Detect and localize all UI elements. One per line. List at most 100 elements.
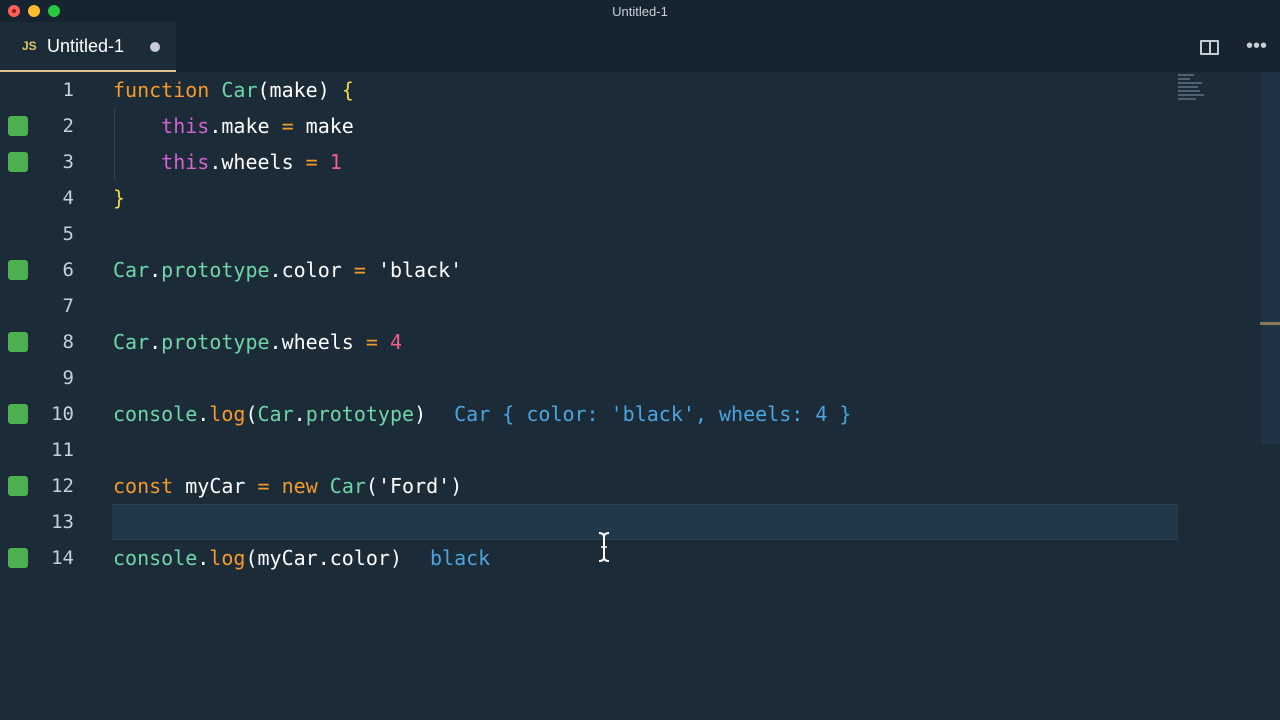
inline-result: black xyxy=(430,546,491,570)
code-token: 'black' xyxy=(377,258,463,282)
code-token: . xyxy=(197,546,210,570)
gutter-added-marker[interactable] xyxy=(8,548,28,568)
line-number: 6 xyxy=(62,259,74,281)
vertical-scrollbar[interactable] xyxy=(1262,72,1280,444)
code-token: myCar xyxy=(173,474,258,498)
tab-untitled-1[interactable]: JS Untitled-1 xyxy=(0,22,176,72)
code-line[interactable]: this.make = make xyxy=(113,114,354,138)
code-token: .wheels xyxy=(269,330,366,354)
code-line[interactable]: function Car(make) { xyxy=(113,78,354,102)
code-token: 4 xyxy=(389,330,403,354)
code-line[interactable]: console.log(myCar.color) black xyxy=(113,546,490,570)
title-bar: Untitled-1 xyxy=(0,0,1280,22)
line-number: 13 xyxy=(51,511,74,533)
code-token: . xyxy=(149,330,162,354)
text-cursor-icon xyxy=(598,532,610,562)
code-token: log xyxy=(209,402,246,426)
minimap-line xyxy=(1178,98,1196,100)
code-line[interactable]: Car.prototype.wheels = 4 xyxy=(113,330,402,354)
code-token: prototype xyxy=(161,258,270,282)
code-token: .make xyxy=(209,114,282,138)
code-token: ) xyxy=(414,402,427,426)
code-token: = xyxy=(257,474,270,498)
code-token: Car xyxy=(257,402,294,426)
minimap-line xyxy=(1178,94,1204,96)
code-token: prototype xyxy=(305,402,415,426)
code-token: . xyxy=(293,402,306,426)
code-token: ( xyxy=(245,402,258,426)
code-token: ( xyxy=(365,474,378,498)
minimap-line xyxy=(1178,74,1194,76)
code-token: . xyxy=(197,402,210,426)
code-token: this xyxy=(161,150,210,174)
line-number: 10 xyxy=(51,403,74,425)
code-token: .color xyxy=(269,258,354,282)
code-token: Car xyxy=(113,330,150,354)
code-token: = xyxy=(353,258,366,282)
minimap-line xyxy=(1178,82,1202,84)
code-token: = xyxy=(281,114,294,138)
scrollbar-marker xyxy=(1260,322,1280,325)
line-number: 11 xyxy=(51,439,74,461)
gutter-added-marker[interactable] xyxy=(8,404,28,424)
code-token: .wheels xyxy=(209,150,306,174)
code-line[interactable]: Car.prototype.color = 'black' xyxy=(113,258,462,282)
code-line[interactable]: const myCar = new Car('Ford') xyxy=(113,474,462,498)
minimap[interactable] xyxy=(1178,72,1218,112)
minimap-line xyxy=(1178,90,1200,92)
code-token: Car xyxy=(221,78,258,102)
line-number: 2 xyxy=(62,115,74,137)
code-token: prototype xyxy=(161,330,270,354)
window-title: Untitled-1 xyxy=(612,4,668,19)
tab-label: Untitled-1 xyxy=(47,36,125,56)
code-token: 'Ford' xyxy=(377,474,451,498)
code-token: make xyxy=(293,114,354,138)
code-token: console xyxy=(113,402,198,426)
current-line-highlight xyxy=(112,504,1178,540)
more-actions-icon[interactable]: ••• xyxy=(1246,36,1267,56)
code-line[interactable]: console.log(Car.prototype) Car { color: '… xyxy=(113,402,851,426)
unsaved-dot-icon[interactable] xyxy=(150,42,160,52)
editor-window: Untitled-1 JS Untitled-1 ••• 1 function C… xyxy=(0,0,1280,720)
code-token: ) xyxy=(450,474,463,498)
code-token: console xyxy=(113,546,198,570)
gutter-added-marker[interactable] xyxy=(8,332,28,352)
code-token: function xyxy=(113,78,210,102)
line-number: 1 xyxy=(62,79,74,101)
gutter-added-marker[interactable] xyxy=(8,476,28,496)
code-token: this xyxy=(161,114,210,138)
code-token: } xyxy=(113,186,126,210)
code-token: (make) xyxy=(257,78,342,102)
code-token: { xyxy=(341,78,354,102)
code-token: . xyxy=(149,258,162,282)
line-number: 9 xyxy=(62,367,74,389)
javascript-file-icon: JS xyxy=(22,39,37,53)
line-number: 7 xyxy=(62,295,74,317)
split-editor-icon[interactable] xyxy=(1200,40,1219,55)
minimap-line xyxy=(1178,86,1198,88)
gutter-added-marker[interactable] xyxy=(8,116,28,136)
code-token: const xyxy=(113,474,174,498)
code-token: = xyxy=(305,150,318,174)
code-token: 1 xyxy=(329,150,342,174)
code-token: Car xyxy=(329,474,366,498)
line-number: 8 xyxy=(62,331,74,353)
code-line[interactable]: } xyxy=(113,186,125,210)
line-number: 3 xyxy=(62,151,74,173)
gutter-added-marker[interactable] xyxy=(8,152,28,172)
line-number: 12 xyxy=(51,475,74,497)
code-token: new xyxy=(281,474,318,498)
code-line[interactable]: this.wheels = 1 xyxy=(113,150,342,174)
gutter-added-marker[interactable] xyxy=(8,260,28,280)
code-token: = xyxy=(365,330,378,354)
code-editor[interactable]: 1 function Car(make) {2 this.make = make 3… xyxy=(0,72,1280,720)
minimap-line xyxy=(1178,78,1190,80)
code-token: Car xyxy=(113,258,150,282)
